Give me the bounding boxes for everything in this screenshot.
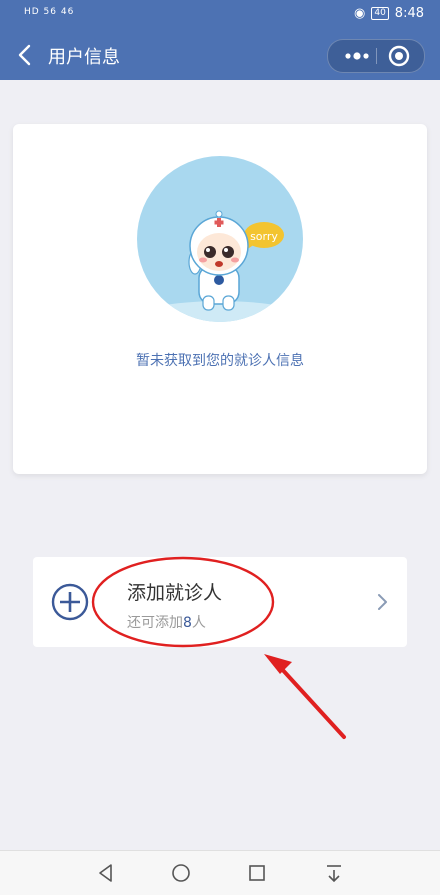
remaining-suffix: 人 [191,615,206,631]
remaining-prefix: 还可添加 [127,615,183,631]
status-bar: HD 56 46 ◉ 40 8:48 [0,0,440,30]
nav-back-icon[interactable] [95,862,117,884]
eye-icon: ◉ [354,6,366,21]
capsule-divider [376,48,377,64]
sorry-astronaut-illustration: sorry [137,156,303,322]
battery-indicator: 40 [371,7,389,20]
nav-home-icon[interactable] [170,862,192,884]
nav-bar: 用户信息 [0,30,440,80]
empty-patient-message: 暂未获取到您的就诊人信息 [136,353,304,369]
status-time: 8:48 [394,6,424,21]
patient-info-card: sorry 暂未获取到您的就诊人信息 [13,124,427,474]
miniapp-capsule [327,39,425,73]
nav-download-icon[interactable] [323,862,345,884]
add-patient-remaining: 还可添加8人 [127,612,206,632]
nav-recent-icon[interactable] [246,862,268,884]
signal-indicators: HD 56 46 [24,7,75,17]
status-right: ◉ 40 8:48 [354,6,424,21]
remaining-count: 8 [183,615,192,631]
system-nav-bar [0,850,440,895]
annotation-arrow [264,654,346,739]
plus-circle-icon[interactable] [51,583,89,621]
close-circle-icon[interactable] [387,44,411,68]
sorry-bubble-text: sorry [250,230,278,243]
chevron-right-icon [378,594,387,610]
back-arrow-icon[interactable] [14,42,38,68]
page-title: 用户信息 [48,47,120,68]
more-dots-icon[interactable] [342,48,372,64]
add-patient-row[interactable]: 添加就诊人 还可添加8人 [33,557,407,647]
add-patient-title: 添加就诊人 [127,582,223,604]
